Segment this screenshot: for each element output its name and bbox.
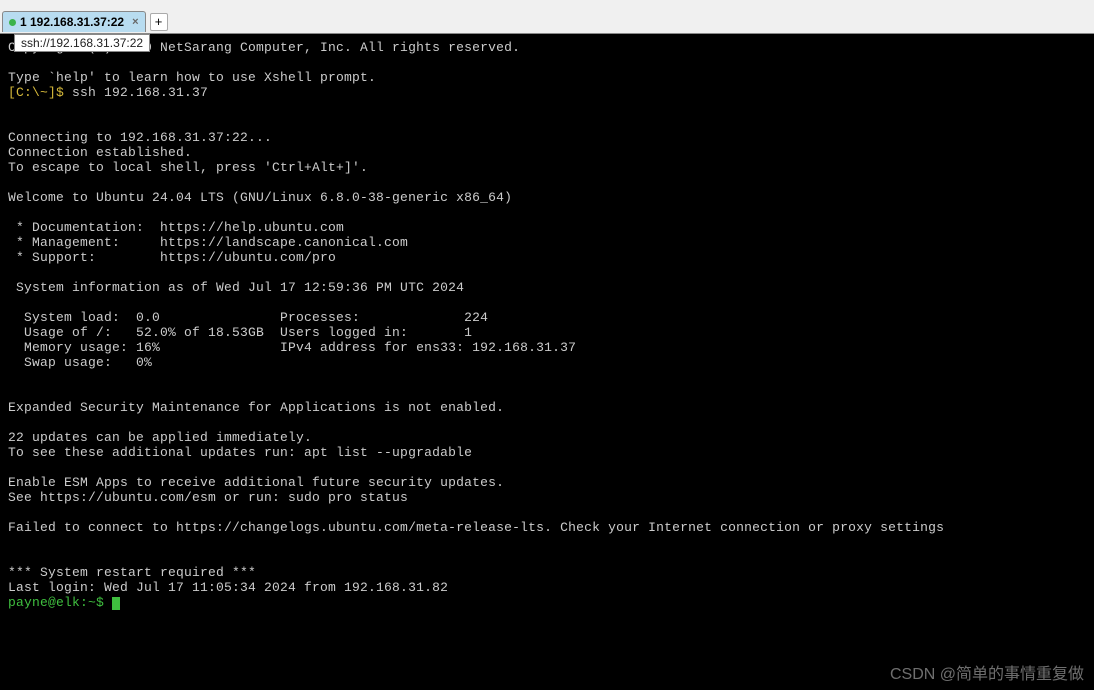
updates-line: 22 updates can be applied immediately. — [8, 430, 312, 445]
sysinfo-row-2: Usage of /: 52.0% of 18.53GB Users logge… — [8, 325, 472, 340]
sysinfo-row-4: Swap usage: 0% — [8, 355, 152, 370]
connecting-line: Connecting to 192.168.31.37:22... — [8, 130, 272, 145]
terminal-output[interactable]: Copyright (c) 2020 NetSarang Computer, I… — [0, 34, 1094, 690]
escape-line: To escape to local shell, press 'Ctrl+Al… — [8, 160, 368, 175]
established-line: Connection established. — [8, 145, 192, 160]
tab-tooltip: ssh://192.168.31.37:22 — [14, 34, 150, 52]
sysinfo-line: System information as of Wed Jul 17 12:5… — [8, 280, 464, 295]
lastlogin-line: Last login: Wed Jul 17 11:05:34 2024 fro… — [8, 580, 448, 595]
ssh-command: ssh 192.168.31.37 — [72, 85, 208, 100]
enable-esm-line: Enable ESM Apps to receive additional fu… — [8, 475, 504, 490]
doc-line: * Documentation: https://help.ubuntu.com — [8, 220, 344, 235]
updates2-line: To see these additional updates run: apt… — [8, 445, 472, 460]
sysinfo-row-1: System load: 0.0 Processes: 224 — [8, 310, 488, 325]
local-prompt: [C:\~]$ — [8, 85, 72, 100]
shell-prompt: payne@elk:~$ — [8, 595, 112, 610]
add-tab-button[interactable]: + — [150, 13, 168, 31]
close-tab-icon[interactable]: × — [132, 16, 138, 28]
sysinfo-row-3: Memory usage: 16% IPv4 address for ens33… — [8, 340, 576, 355]
failed-line: Failed to connect to https://changelogs.… — [8, 520, 944, 535]
help-line: Type `help' to learn how to use Xshell p… — [8, 70, 376, 85]
mgmt-line: * Management: https://landscape.canonica… — [8, 235, 408, 250]
welcome-line: Welcome to Ubuntu 24.04 LTS (GNU/Linux 6… — [8, 190, 512, 205]
status-dot-icon — [9, 19, 16, 26]
see-esm-line: See https://ubuntu.com/esm or run: sudo … — [8, 490, 408, 505]
tab-bar: 1 192.168.31.37:22 × + — [0, 10, 1094, 34]
window-title-bar — [0, 0, 1094, 10]
tab-label: 1 192.168.31.37:22 — [20, 15, 124, 29]
restart-line: *** System restart required *** — [8, 565, 256, 580]
esm-line: Expanded Security Maintenance for Applic… — [8, 400, 504, 415]
support-line: * Support: https://ubuntu.com/pro — [8, 250, 336, 265]
session-tab[interactable]: 1 192.168.31.37:22 × — [2, 11, 146, 32]
cursor-icon — [112, 597, 120, 610]
